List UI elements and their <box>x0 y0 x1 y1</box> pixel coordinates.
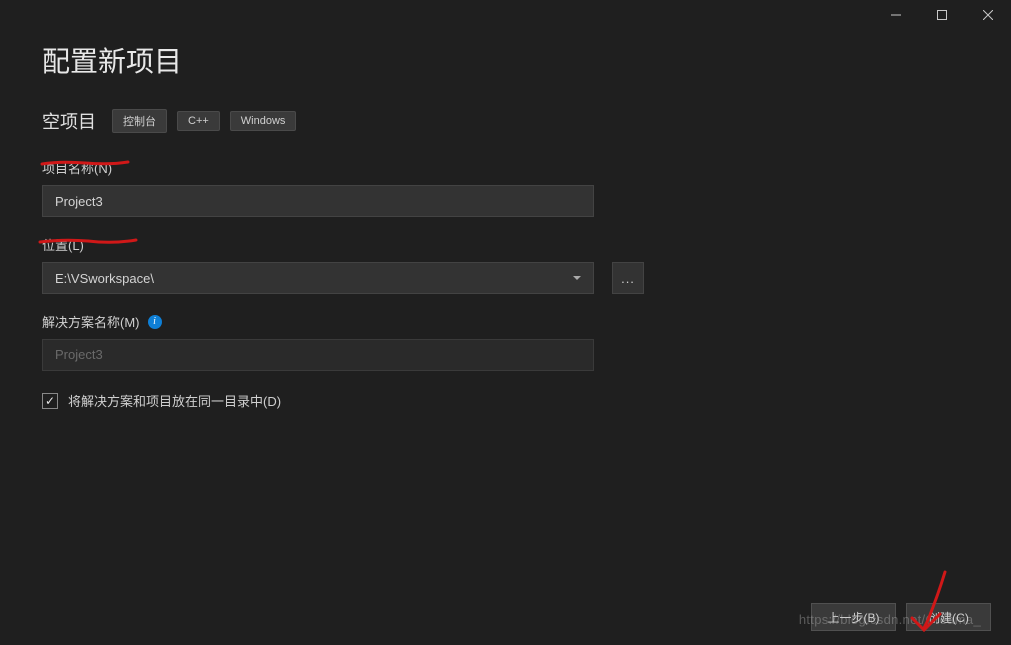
info-icon[interactable]: i <box>148 315 162 329</box>
project-name-input[interactable] <box>42 185 594 217</box>
back-button[interactable]: 上一步(B) <box>811 603 896 631</box>
chip-windows: Windows <box>230 111 297 131</box>
same-directory-checkbox[interactable]: ✓ <box>42 393 58 409</box>
same-directory-row: ✓ 将解决方案和项目放在同一目录中(D) <box>42 391 969 410</box>
main-content: 配置新项目 空项目 控制台 C++ Windows 项目名称(N) 位置(L) … <box>0 30 1011 410</box>
location-label: 位置(L) <box>42 235 84 254</box>
chip-console: 控制台 <box>112 109 167 133</box>
location-group: 位置(L) E:\VSworkspace\ ... <box>42 235 969 294</box>
solution-name-input: Project3 <box>42 339 594 371</box>
footer-buttons: 上一步(B) 创建(C) <box>811 603 991 631</box>
solution-name-group: 解决方案名称(M) i Project3 <box>42 312 969 371</box>
close-button[interactable] <box>965 0 1011 30</box>
window-titlebar <box>0 0 1011 30</box>
template-name: 空项目 <box>42 108 96 134</box>
template-info-row: 空项目 控制台 C++ Windows <box>42 108 969 134</box>
chip-cpp: C++ <box>177 111 220 131</box>
chevron-down-icon <box>573 276 581 280</box>
maximize-button[interactable] <box>919 0 965 30</box>
location-value: E:\VSworkspace\ <box>55 271 154 286</box>
page-title: 配置新项目 <box>42 40 969 80</box>
browse-button[interactable]: ... <box>612 262 644 294</box>
solution-name-label: 解决方案名称(M) <box>42 312 140 331</box>
minimize-button[interactable] <box>873 0 919 30</box>
project-name-label: 项目名称(N) <box>42 158 112 177</box>
same-directory-label: 将解决方案和项目放在同一目录中(D) <box>68 391 281 410</box>
project-name-group: 项目名称(N) <box>42 158 969 217</box>
location-dropdown[interactable]: E:\VSworkspace\ <box>42 262 594 294</box>
create-button[interactable]: 创建(C) <box>906 603 991 631</box>
